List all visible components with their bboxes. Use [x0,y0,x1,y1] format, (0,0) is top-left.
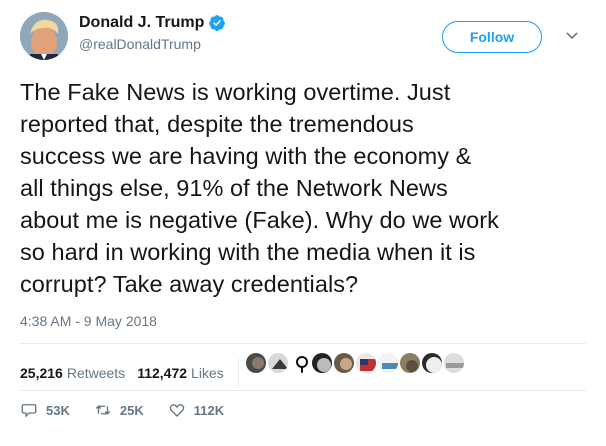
divider [20,343,586,344]
divider [20,390,586,391]
reply-icon [21,404,37,418]
tweet-timestamp[interactable]: 4:38 AM - 9 May 2018 [20,313,157,329]
avatar[interactable] [20,12,68,60]
tweet-text: The Fake News is working overtime. Just … [20,76,580,300]
follow-button[interactable]: Follow [442,21,542,53]
verified-badge-icon [208,14,226,32]
liker-avatar[interactable] [332,351,356,375]
retweet-icon [95,405,111,415]
chevron-down-icon[interactable] [565,28,579,42]
reply-count: 53K [46,402,70,418]
likes-count[interactable]: 112,472 [137,365,187,381]
like-button[interactable]: 112K [168,401,224,419]
likes-label[interactable]: Likes [191,365,224,381]
liker-avatars [244,351,466,375]
retweet-count: 25K [119,402,144,418]
liker-avatar[interactable] [398,351,422,375]
liker-avatar[interactable] [420,351,444,375]
reply-button[interactable]: 53K [20,401,70,419]
tweet-header: Donald J. Trump @realDonaldTrump Follow [20,12,586,62]
tweet-stats: 25,216 Retweets 112,472 Likes [20,358,249,388]
liker-avatar[interactable] [244,351,268,375]
retweets-count[interactable]: 25,216 [20,365,63,381]
liker-avatar[interactable] [266,351,290,375]
liker-avatar[interactable] [310,351,334,375]
stats-separator [237,358,239,388]
liker-avatar[interactable] [376,351,400,375]
tweet-text-line: The Fake News is working overtime. Just [20,79,451,105]
liker-avatar[interactable] [354,351,378,375]
tweet-text-line: all things else, 91% of the Network News [20,175,448,201]
tweet-actions: 53K 25K 112K [20,401,248,419]
user-handle[interactable]: @realDonaldTrump [79,36,226,52]
display-name[interactable]: Donald J. Trump [79,14,204,32]
user-info: Donald J. Trump @realDonaldTrump [79,14,226,52]
tweet-text-line: corrupt? Take away credentials? [20,271,359,297]
liker-avatar[interactable] [288,351,312,375]
tweet-text-line: so hard in working with the media when i… [20,239,476,265]
tweet-text-line: reported that, despite the tremendous [20,111,414,137]
retweet-button[interactable]: 25K [94,401,144,419]
tweet-text-line: success we are having with the economy & [20,143,472,169]
liker-avatar[interactable] [442,351,466,375]
tweet-text-line: about me is negative (Fake). Why do we w… [20,207,499,233]
like-count: 112K [193,402,225,418]
heart-icon [169,403,185,417]
retweets-label[interactable]: Retweets [67,365,125,381]
